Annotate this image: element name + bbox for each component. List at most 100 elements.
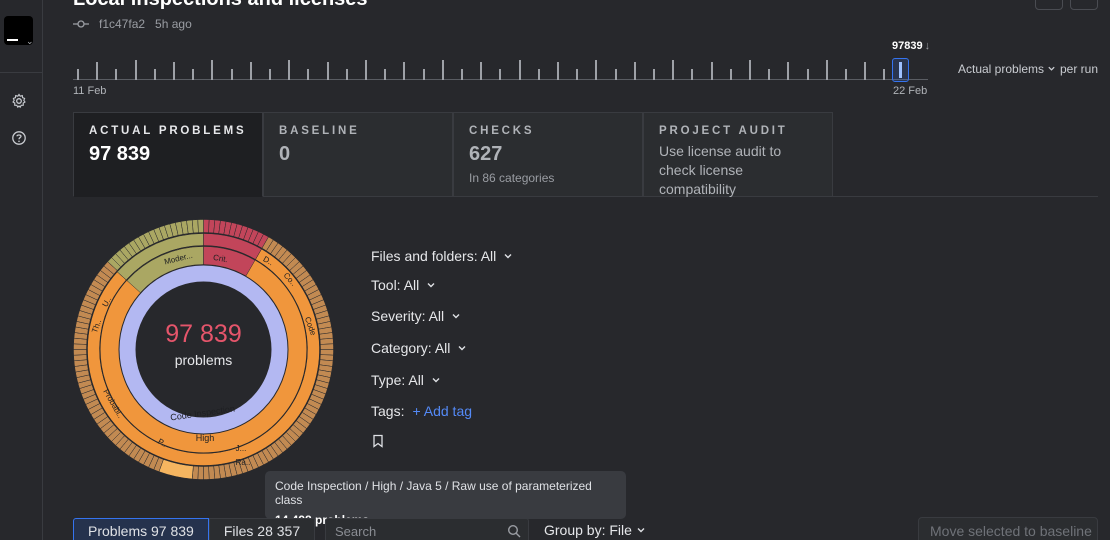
selected-run-value: 97839 bbox=[892, 40, 923, 52]
timeline-run-bar[interactable] bbox=[230, 69, 233, 80]
share-button[interactable] bbox=[1070, 0, 1098, 10]
card-checks[interactable]: CHECKS 627 In 86 categories bbox=[453, 112, 643, 197]
label-ra: Ra.. bbox=[236, 458, 251, 467]
timeline-run-bar[interactable] bbox=[441, 60, 444, 80]
timeline-run-bar[interactable] bbox=[653, 69, 655, 80]
timeline-run-bar[interactable] bbox=[806, 69, 809, 80]
period-dropdown[interactable]: per run bbox=[1060, 62, 1098, 76]
timeline-run-bar[interactable] bbox=[326, 62, 329, 80]
sunburst-inspection-segment[interactable] bbox=[191, 219, 199, 234]
commit-hash[interactable]: f1c47fa2 bbox=[99, 17, 145, 31]
timeline-run-bar[interactable] bbox=[249, 62, 252, 80]
timeline-run-bar[interactable] bbox=[864, 62, 867, 80]
timeline-run-bar[interactable] bbox=[211, 60, 214, 80]
timeline-run-bar[interactable] bbox=[288, 60, 291, 80]
card-baseline[interactable]: BASELINE 0 bbox=[263, 112, 453, 197]
chevron-down-icon bbox=[504, 254, 512, 259]
timeline-end-date: 22 Feb bbox=[893, 85, 928, 97]
tab-files[interactable]: Files 28 357 bbox=[208, 518, 316, 540]
filter-category[interactable]: Category: All bbox=[371, 340, 467, 356]
timeline-run-bar[interactable] bbox=[691, 69, 694, 80]
filter-files-folders[interactable]: Files and folders: All bbox=[371, 248, 513, 264]
chevron-down-icon bbox=[637, 528, 645, 533]
runs-timeline[interactable] bbox=[73, 56, 928, 82]
tab-problems[interactable]: Problems 97 839 bbox=[73, 518, 209, 540]
settings-icon[interactable] bbox=[11, 93, 27, 109]
card-label: CHECKS bbox=[469, 125, 535, 137]
chevron-down-icon bbox=[452, 314, 460, 319]
search-input[interactable]: Search bbox=[325, 518, 529, 540]
metric-dropdown[interactable]: Actual problems bbox=[958, 62, 1056, 76]
filter-label: Type: All bbox=[371, 372, 424, 388]
card-value: 97 839 bbox=[89, 143, 151, 165]
timeline-run-bar[interactable] bbox=[768, 69, 771, 80]
results-tabs: Problems 97 839 Files 28 357 bbox=[73, 518, 316, 540]
sunburst-inspection-segment[interactable] bbox=[197, 219, 204, 233]
timeline-run-bar[interactable] bbox=[345, 69, 348, 80]
timeline-run-bar[interactable] bbox=[269, 69, 271, 80]
timeline-run-bar[interactable] bbox=[115, 69, 118, 80]
timeline-run-bar[interactable] bbox=[96, 62, 99, 80]
sunburst-inspection-segment[interactable] bbox=[203, 219, 210, 233]
chevron-down-icon[interactable]: ⌄ bbox=[26, 36, 34, 47]
chevron-down-icon bbox=[432, 378, 440, 383]
timeline-run-bar[interactable] bbox=[595, 60, 598, 80]
timeline-run-bar[interactable] bbox=[77, 69, 79, 80]
problems-sunburst[interactable]: Code InspectionHighModer... Crit.CodeCo..… bbox=[73, 219, 334, 480]
card-project-audit[interactable]: PROJECT AUDIT Use license audit to check… bbox=[643, 112, 833, 197]
group-by-dropdown[interactable]: Group by: File bbox=[544, 522, 646, 538]
timeline-run-bar[interactable] bbox=[365, 60, 367, 80]
timeline-run-bar[interactable] bbox=[173, 62, 175, 80]
add-tag-link[interactable]: + Add tag bbox=[412, 403, 472, 419]
timeline-run-bar[interactable] bbox=[710, 62, 713, 80]
tags-label: Tags: bbox=[371, 403, 405, 419]
search-icon[interactable] bbox=[507, 524, 521, 538]
timeline-run-bar[interactable] bbox=[557, 62, 559, 80]
sunburst-inspection-segment[interactable] bbox=[208, 465, 216, 480]
timeline-run-bar[interactable] bbox=[461, 69, 463, 80]
page-title: Local inspections and licenses bbox=[73, 0, 368, 11]
timeline-run-bar[interactable] bbox=[749, 60, 751, 80]
timeline-run-bar[interactable] bbox=[192, 69, 195, 80]
timeline-run-bar[interactable] bbox=[537, 69, 540, 80]
move-to-baseline-button[interactable]: Move selected to baseline bbox=[918, 517, 1098, 540]
summary-cards: ACTUAL PROBLEMS 97 839 BASELINE 0 CHECKS… bbox=[73, 112, 1098, 197]
card-description: Use license audit to check license compa… bbox=[659, 143, 782, 197]
timeline-run-bar[interactable] bbox=[883, 69, 886, 80]
timeline-run-bar[interactable] bbox=[307, 69, 310, 80]
timeline-run-bar[interactable] bbox=[422, 69, 425, 80]
timeline-run-bar[interactable] bbox=[480, 62, 483, 80]
timeline-run-bar[interactable] bbox=[384, 69, 387, 80]
timeline-run-bar[interactable] bbox=[672, 60, 675, 80]
timeline-run-bar[interactable] bbox=[729, 69, 732, 80]
chevron-down-icon bbox=[458, 346, 466, 351]
filter-label: Category: All bbox=[371, 340, 451, 356]
sunburst-inspection-segment[interactable] bbox=[197, 466, 204, 480]
timeline-run-bar[interactable] bbox=[787, 62, 790, 80]
timeline-run-bar[interactable] bbox=[499, 69, 502, 80]
timeline-run-bar[interactable] bbox=[845, 69, 847, 80]
sunburst-tool-ring[interactable] bbox=[119, 265, 288, 434]
timeline-run-bar[interactable] bbox=[134, 60, 137, 80]
timeline-run-bar[interactable] bbox=[403, 62, 406, 80]
card-actual-problems[interactable]: ACTUAL PROBLEMS 97 839 bbox=[73, 112, 263, 197]
label-j: J... bbox=[236, 444, 247, 453]
timeline-run-bar[interactable] bbox=[518, 60, 521, 80]
sunburst-inspection-segment[interactable] bbox=[203, 466, 210, 480]
timeline-run-bar[interactable] bbox=[153, 69, 156, 80]
help-icon[interactable] bbox=[11, 130, 27, 146]
timeline-run-bar[interactable] bbox=[825, 60, 828, 80]
chevron-down-icon bbox=[1048, 66, 1056, 71]
timeline-run-bar[interactable] bbox=[633, 62, 636, 80]
filter-severity[interactable]: Severity: All bbox=[371, 308, 461, 324]
selected-run[interactable] bbox=[892, 58, 909, 82]
card-value: 0 bbox=[279, 143, 291, 165]
total-problems-label: problems bbox=[174, 352, 233, 368]
commit-info: f1c47fa2 5h ago bbox=[73, 16, 192, 32]
timeline-run-bar[interactable] bbox=[614, 69, 617, 80]
filter-type[interactable]: Type: All bbox=[371, 372, 441, 388]
bookmark-icon[interactable] bbox=[371, 434, 385, 448]
filter-tool[interactable]: Tool: All bbox=[371, 277, 436, 293]
export-button[interactable] bbox=[1035, 0, 1063, 10]
timeline-run-bar[interactable] bbox=[576, 69, 579, 80]
